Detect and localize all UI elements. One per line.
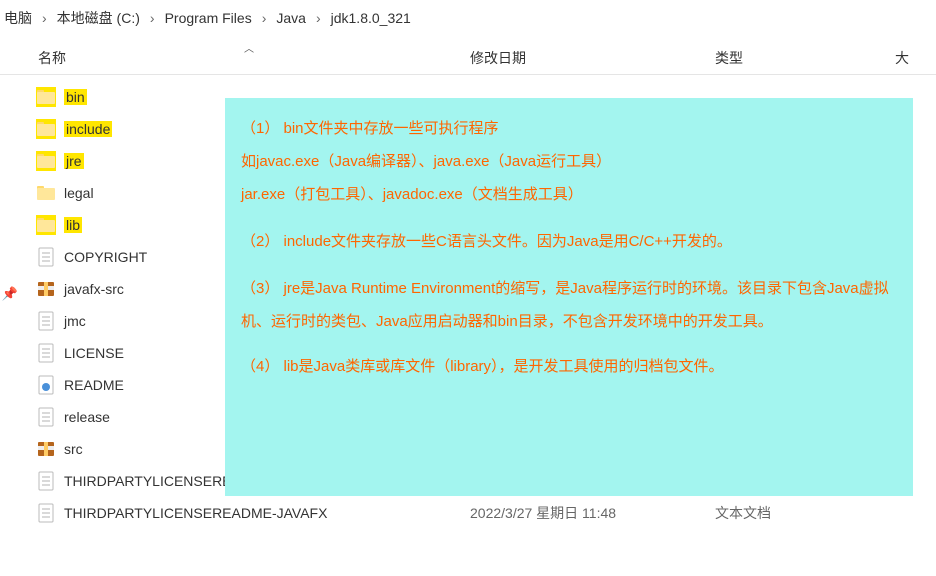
folder-icon [36,87,56,107]
folder-icon [36,215,56,235]
breadcrumb-item[interactable]: 电脑 [0,8,36,28]
folder-icon [36,151,56,171]
file-name: jmc [64,313,86,329]
doc-icon [36,311,56,331]
file-name: LICENSE [64,345,124,361]
annotation-text: （3） jre是Java Runtime Environment的缩写，是Jav… [241,272,897,338]
chevron-right-icon: › [36,10,53,26]
chevron-right-icon: › [256,10,273,26]
annotation-text: jar.exe（打包工具）、javadoc.exe（文档生成工具） [241,178,897,211]
doc-icon [36,343,56,363]
doc-icon [36,471,56,491]
breadcrumb[interactable]: 电脑 › 本地磁盘 (C:) › Program Files › Java › … [0,0,936,40]
annotation-overlay: （1） bin文件夹中存放一些可执行程序 如javac.exe（Java编译器）… [225,98,913,496]
column-headers: ︿ 名称 修改日期 类型 大 [0,40,936,75]
breadcrumb-item[interactable]: jdk1.8.0_321 [327,10,415,26]
doc-icon [36,503,56,523]
html-icon [36,375,56,395]
column-header-date[interactable]: 修改日期 [470,48,715,68]
doc-icon [36,247,56,267]
breadcrumb-item[interactable]: 本地磁盘 (C:) [53,8,144,28]
annotation-text: （1） bin文件夹中存放一些可执行程序 [241,112,897,145]
archive-icon [36,439,56,459]
file-name: release [64,409,110,425]
chevron-right-icon: › [310,10,327,26]
file-name-cell: THIRDPARTYLICENSEREADME-JAVAFX [36,503,470,523]
folder-icon [36,183,56,203]
file-name: include [64,121,112,137]
annotation-text: 如javac.exe（Java编译器）、java.exe（Java运行工具） [241,145,897,178]
file-type: 文本文档 [715,503,895,523]
file-name: legal [64,185,94,201]
chevron-right-icon: › [144,10,161,26]
file-name: lib [64,217,82,233]
annotation-text: （4） lib是Java类库或库文件（library），是开发工具使用的归档包文… [241,350,897,383]
file-name: javafx-src [64,281,124,297]
column-header-size[interactable]: 大 [895,48,909,68]
sort-indicator-icon: ︿ [244,40,254,55]
breadcrumb-item[interactable]: Program Files [161,10,256,26]
folder-icon [36,119,56,139]
file-name: COPYRIGHT [64,249,147,265]
column-header-name[interactable]: 名称 [0,48,470,68]
doc-icon [36,407,56,427]
column-header-type[interactable]: 类型 [715,48,895,68]
archive-icon [36,279,56,299]
file-name: README [64,377,124,393]
file-date: 2022/3/27 星期日 11:48 [470,503,715,523]
file-name: bin [64,89,87,105]
file-name: jre [64,153,84,169]
file-row[interactable]: THIRDPARTYLICENSEREADME-JAVAFX 2022/3/27 … [0,497,936,529]
file-name: src [64,441,83,457]
file-name: THIRDPARTYLICENSEREADME-JAVAFX [64,505,327,521]
breadcrumb-item[interactable]: Java [272,10,310,26]
pin-icon: 📌 [0,286,20,302]
annotation-text: （2） include文件夹存放一些C语言头文件。因为Java是用C/C++开发… [241,225,897,258]
